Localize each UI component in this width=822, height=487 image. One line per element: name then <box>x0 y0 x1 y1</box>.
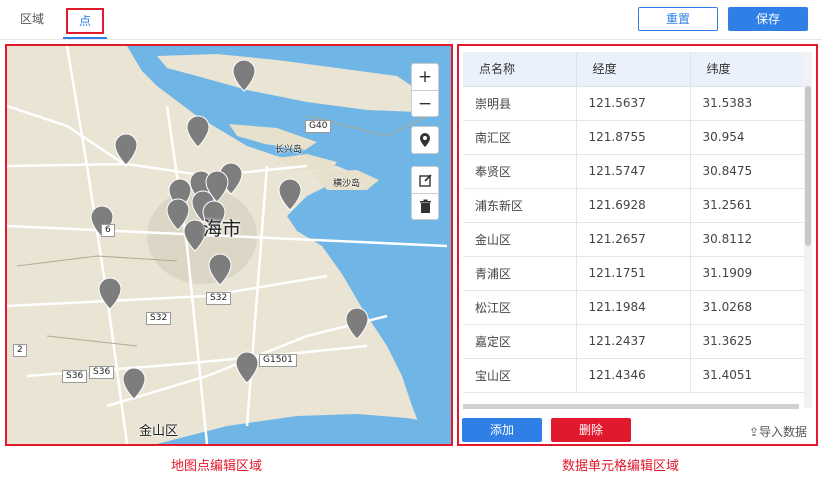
cell-latitude[interactable]: 31.3625 <box>690 324 804 359</box>
road-label: S36 <box>62 370 88 383</box>
cell-longitude[interactable]: 121.2657 <box>576 222 691 257</box>
column-header-latitude[interactable]: 纬度 <box>690 52 804 87</box>
table-row[interactable]: 崇明县 121.5637 31.5383 <box>463 86 804 121</box>
table-header-row: 点名称 经度 纬度 <box>463 52 804 87</box>
cell-name[interactable]: 金山区 <box>463 222 577 257</box>
trash-icon <box>419 199 431 213</box>
cell-longitude[interactable]: 121.5747 <box>576 154 691 189</box>
map-edit-area[interactable]: 海市 金山区 长兴岛 横沙岛 G40 S32 S32 G1501 S36 S36… <box>5 44 453 446</box>
import-data-link[interactable]: ⇪导入数据 <box>749 423 807 440</box>
tab-point[interactable]: 点 <box>66 8 104 34</box>
table-row[interactable]: 金山区 121.2657 30.8112 <box>463 222 804 257</box>
horizontal-scrollbar[interactable] <box>463 404 799 409</box>
cell-name[interactable]: 宝山区 <box>463 358 577 393</box>
add-marker-button[interactable] <box>412 127 438 153</box>
zoom-in-button[interactable]: + <box>412 64 438 90</box>
road-label: G1501 <box>259 354 297 367</box>
cell-latitude[interactable]: 31.5383 <box>690 86 804 121</box>
table-row[interactable]: 嘉定区 121.2437 31.3625 <box>463 324 804 359</box>
cell-longitude[interactable]: 121.8755 <box>576 120 691 155</box>
cell-name[interactable]: 浦东新区 <box>463 188 577 223</box>
map-canvas[interactable] <box>7 46 451 444</box>
cell-name[interactable]: 松江区 <box>463 290 577 325</box>
table-row[interactable]: 宝山区 121.4346 31.4051 <box>463 358 804 393</box>
reset-button[interactable]: 重置 <box>638 7 718 31</box>
delete-marker-button[interactable] <box>412 193 438 219</box>
cell-latitude[interactable]: 30.8475 <box>690 154 804 189</box>
points-table: 点名称 经度 纬度 崇明县 121.5637 31.5383 南汇区 121.8755… <box>463 52 804 393</box>
road-label: S32 <box>146 312 172 325</box>
table-edit-area: 点名称 经度 纬度 崇明县 121.5637 31.5383 南汇区 121.8755… <box>457 44 818 446</box>
scrollbar-thumb[interactable] <box>805 86 811 246</box>
active-tab-indicator <box>63 37 107 39</box>
vertical-scrollbar[interactable] <box>804 52 812 408</box>
cell-latitude[interactable]: 30.8112 <box>690 222 804 257</box>
table-row[interactable]: 南汇区 121.8755 30.954 <box>463 120 804 155</box>
district-label: 金山区 <box>139 424 179 439</box>
cell-longitude[interactable]: 121.2437 <box>576 324 691 359</box>
island-label: 横沙岛 <box>333 179 361 189</box>
zoom-out-button[interactable]: − <box>412 90 438 116</box>
table-row[interactable]: 奉贤区 121.5747 30.8475 <box>463 154 804 189</box>
road-label: S36 <box>89 366 115 379</box>
edit-marker-button[interactable] <box>412 167 438 193</box>
table-row[interactable]: 松江区 121.1984 31.0268 <box>463 290 804 325</box>
cell-latitude[interactable]: 31.0268 <box>690 290 804 325</box>
road-label: G40 <box>305 120 332 133</box>
road-label: 2 <box>13 344 27 357</box>
island-label: 长兴岛 <box>275 145 303 155</box>
cell-longitude[interactable]: 121.1984 <box>576 290 691 325</box>
column-header-longitude[interactable]: 经度 <box>576 52 691 87</box>
cell-longitude[interactable]: 121.1751 <box>576 256 691 291</box>
cell-name[interactable]: 崇明县 <box>463 86 577 121</box>
column-header-name[interactable]: 点名称 <box>463 52 577 87</box>
map-area-caption: 地图点编辑区域 <box>171 459 263 474</box>
cell-longitude[interactable]: 121.4346 <box>576 358 691 393</box>
cell-latitude[interactable]: 31.4051 <box>690 358 804 393</box>
table-row[interactable]: 浦东新区 121.6928 31.2561 <box>463 188 804 223</box>
cell-latitude[interactable]: 31.1909 <box>690 256 804 291</box>
save-button[interactable]: 保存 <box>728 7 808 31</box>
cell-name[interactable]: 嘉定区 <box>463 324 577 359</box>
add-row-button[interactable]: 添加 <box>462 418 542 442</box>
table-row[interactable]: 青浦区 121.1751 31.1909 <box>463 256 804 291</box>
cell-latitude[interactable]: 30.954 <box>690 120 804 155</box>
cell-name[interactable]: 奉贤区 <box>463 154 577 189</box>
tab-region[interactable]: 区域 <box>12 8 52 34</box>
cell-name[interactable]: 青浦区 <box>463 256 577 291</box>
city-label: 海市 <box>203 218 242 240</box>
edit-tools <box>411 166 439 220</box>
road-label: S32 <box>206 292 232 305</box>
table-area-caption: 数据单元格编辑区域 <box>562 459 680 474</box>
cell-name[interactable]: 南汇区 <box>463 120 577 155</box>
edit-icon <box>418 173 432 187</box>
zoom-control: + − <box>411 63 439 117</box>
cell-longitude[interactable]: 121.5637 <box>576 86 691 121</box>
cell-latitude[interactable]: 31.2561 <box>690 188 804 223</box>
marker-tool <box>411 126 439 154</box>
road-label: 6 <box>101 224 115 237</box>
cell-longitude[interactable]: 121.6928 <box>576 188 691 223</box>
delete-row-button[interactable]: 删除 <box>551 418 631 442</box>
map-pin-icon <box>420 133 430 147</box>
